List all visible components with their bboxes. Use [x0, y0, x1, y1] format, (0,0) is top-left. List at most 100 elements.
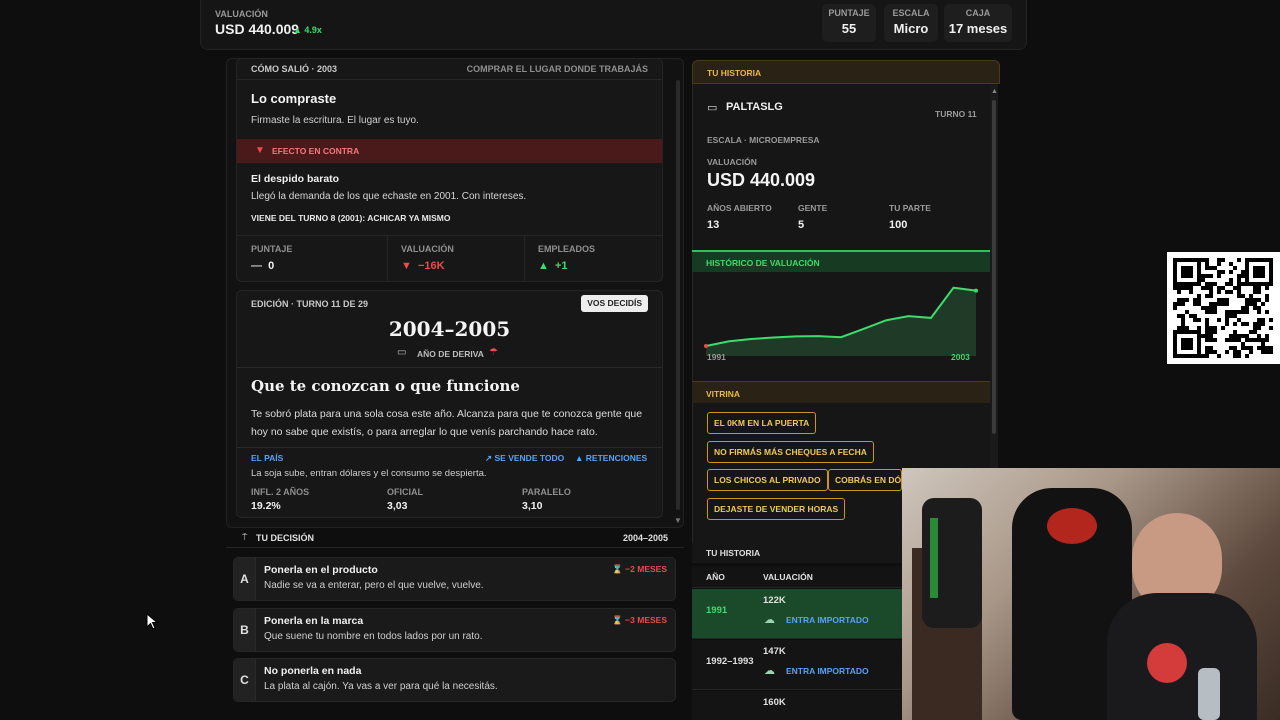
- effect-banner: ▼ EFECTO EN CONTRA: [237, 139, 662, 163]
- valuation-label: VALUACIÓN: [215, 9, 268, 19]
- monitor-icon: ▭: [397, 347, 407, 358]
- showcase-header: VITRINA: [692, 381, 990, 403]
- option-key: C: [234, 659, 256, 701]
- chart-header: HISTÓRICO DE VALUACIÓN: [692, 250, 990, 272]
- stat-people: GENTE 5: [798, 203, 828, 231]
- metric-score: PUNTAJE — 0: [251, 244, 293, 272]
- stat-your-share: TU PARTE 100: [889, 203, 931, 231]
- story-header: TU HISTORIA: [692, 60, 1000, 84]
- chart-start-label: 1991: [707, 352, 726, 362]
- effect-origin: VIENE DEL TURNO 8 (2001): ACHICAR YA MIS…: [251, 213, 451, 223]
- dash-icon: —: [251, 260, 262, 272]
- scroll-up-arrow-icon[interactable]: ▲: [991, 88, 998, 95]
- chart-area: [706, 287, 976, 356]
- option-key: B: [234, 609, 256, 651]
- showcase-chip[interactable]: LOS CHICOS AL PRIVADO: [707, 469, 828, 491]
- outcome-text: Firmaste la escritura. El lugar es tuyo.: [251, 115, 419, 126]
- divider: [237, 79, 662, 80]
- chart-point: [704, 343, 708, 348]
- metric-employees: EMPLEADOS ▲ +1: [538, 244, 596, 272]
- divider: [237, 367, 662, 368]
- scale-stat: ESCALA Micro: [884, 4, 938, 42]
- country-text: La soja sube, entran dólares y el consum…: [251, 468, 487, 479]
- monitor-icon: ▭: [707, 102, 718, 114]
- decision-label: TU DECISIÓN: [256, 533, 315, 543]
- outcome-header: CÓMO SALIÓ · 2003: [251, 64, 338, 74]
- edition-label: EDICIÓN · TURNO 11 DE 29: [251, 299, 369, 309]
- feed-scrollbar[interactable]: [676, 80, 680, 510]
- showcase-chip[interactable]: DEJASTE DE VENDER HORAS: [707, 498, 846, 520]
- indicator-official: OFICIAL 3,03: [387, 487, 423, 512]
- history-row[interactable]: 1991 122K ☁ ENTRA IMPORTADO: [692, 589, 902, 639]
- history-header: TU HISTORIA: [692, 543, 902, 563]
- webcam-bottle: [1198, 668, 1220, 720]
- triangle-down-icon: ▼: [401, 260, 412, 272]
- mouse-cursor-icon: [146, 613, 158, 630]
- company-name: PALTASLG: [726, 101, 783, 113]
- cash-stat: CAJA 17 meses: [944, 4, 1012, 42]
- option-desc: La plata al cajón. Ya vas a ver para qué…: [264, 681, 498, 692]
- triangle-icon: ▲: [575, 453, 584, 463]
- option-key: A: [234, 558, 256, 600]
- story-valuation-label: VALUACIÓN: [707, 157, 757, 167]
- decision-header: ⍑ TU DECISIÓN 2004–2005: [226, 528, 684, 548]
- option-title: No ponerla en nada: [264, 665, 362, 677]
- cloud-icon: ☁: [764, 614, 775, 626]
- showcase-chip[interactable]: NO FIRMÁS MÁS CHEQUES A FECHA: [707, 441, 874, 463]
- story-scrollbar-thumb[interactable]: [992, 100, 996, 434]
- history-col-headers: AÑO VALUACIÓN: [692, 566, 902, 588]
- valuation-chart: [704, 286, 978, 356]
- valuation-value: USD 440.009: [215, 21, 300, 37]
- you-decide-badge: VOS DECIDÍS: [581, 295, 648, 312]
- indicator-inflation: INFL. 2 AÑOS 19.2%: [251, 487, 310, 512]
- option-c-button[interactable]: C No ponerla en nada La plata al cajón. …: [233, 658, 676, 702]
- showcase-chip[interactable]: COBRÁS EN DÓL: [828, 469, 902, 491]
- indicator-parallel: PARALELO 3,10: [522, 487, 571, 512]
- outcome-card: CÓMO SALIÓ · 2003 COMPRAR EL LUGAR DONDE…: [236, 58, 663, 282]
- showcase-chip[interactable]: EL 0KM EN LA PUERTA: [707, 412, 817, 434]
- webcam-overlay: [902, 468, 1280, 720]
- metric-valuation: VALUACIÓN ▼ −16K: [401, 244, 454, 272]
- country-label: EL PAÍS: [251, 453, 284, 463]
- option-title: Ponerla en la marca: [264, 615, 364, 627]
- option-cost: ⌛ −2 MESES: [612, 564, 667, 574]
- effect-text: Llegó la demanda de los que echaste en 2…: [251, 191, 527, 202]
- retentions-tag[interactable]: ▲ RETENCIONES: [575, 453, 647, 463]
- signpost-icon: ⍑: [242, 532, 248, 542]
- history-row[interactable]: 1992–1993 147K ☁ ENTRA IMPORTADO: [692, 640, 902, 690]
- cloud-icon: ☁: [764, 665, 775, 677]
- qr-code: [1167, 252, 1280, 364]
- option-desc: Que suene tu nombre en todos lados por u…: [264, 631, 483, 642]
- option-title: Ponerla en el producto: [264, 564, 378, 576]
- option-a-button[interactable]: A Ponerla en el producto Nadie se va a e…: [233, 557, 676, 601]
- webcam-person-body: [1107, 593, 1257, 720]
- drift-label: AÑO DE DERIVA: [417, 349, 484, 359]
- divider: [387, 235, 388, 281]
- option-b-button[interactable]: B Ponerla en la marca Que suene tu nombr…: [233, 608, 676, 652]
- edition-headline: Que te conozcan o que funcione: [251, 377, 520, 395]
- triangle-up-icon: ▲: [538, 260, 549, 272]
- edition-body: Te sobró plata para una sola cosa este a…: [251, 408, 643, 438]
- option-cost: ⌛ −3 MESES: [612, 615, 667, 625]
- webcam-chair-green: [922, 498, 982, 628]
- chart-end-label: 2003: [951, 352, 970, 362]
- edition-years: 2004–2005: [388, 317, 511, 341]
- top-bar: VALUACIÓN USD 440.009 ▲ 4.9x PUNTAJE 55 …: [200, 0, 1027, 50]
- scroll-down-arrow-icon[interactable]: ▼: [674, 516, 682, 525]
- outcome-action: COMPRAR EL LUGAR DONDE TRABAJÁS: [466, 64, 648, 74]
- scale-label: ESCALA · MICROEMPRESA: [707, 135, 820, 145]
- divider: [237, 447, 662, 448]
- outcome-title: Lo compraste: [251, 91, 337, 106]
- arrow-icon: ↗: [485, 453, 493, 463]
- edition-card: EDICIÓN · TURNO 11 DE 29 VOS DECIDÍS 200…: [236, 290, 663, 518]
- turn-label: TURNO 11: [935, 109, 977, 119]
- score-stat: PUNTAJE 55: [822, 4, 876, 42]
- valuation-change: ▲ 4.9x: [293, 25, 322, 35]
- triangle-down-icon: ▼: [255, 145, 265, 156]
- effect-title: El despido barato: [251, 173, 340, 185]
- stat-years-open: AÑOS ABIERTO 13: [707, 203, 772, 231]
- story-valuation-value: USD 440.009: [707, 170, 816, 190]
- divider: [524, 235, 525, 281]
- sells-everything-tag[interactable]: ↗ SE VENDE TODO: [485, 453, 564, 464]
- history-row[interactable]: 160K: [692, 691, 902, 720]
